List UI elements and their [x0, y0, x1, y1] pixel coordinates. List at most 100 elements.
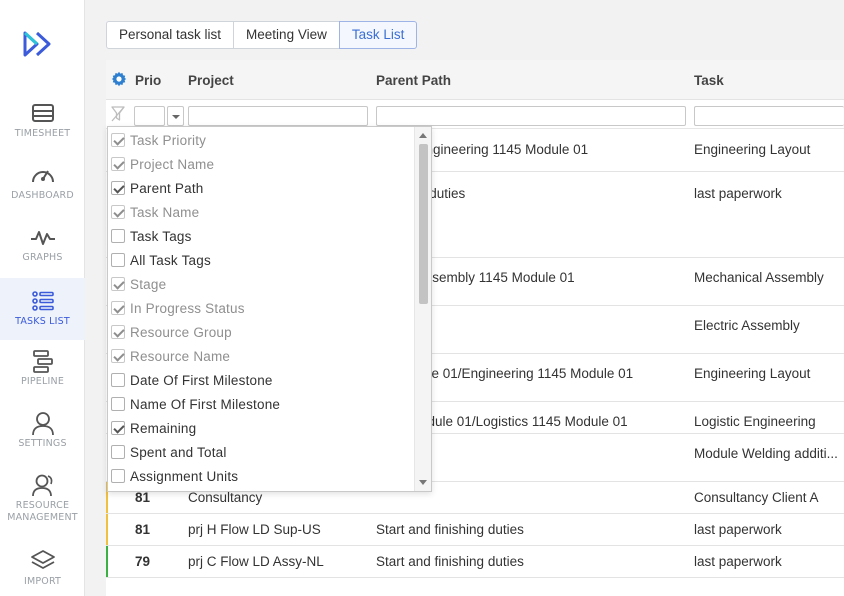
- table-row[interactable]: 79 prj C Flow LD Assy-NL Start and finishi…: [106, 546, 844, 578]
- row-task: Logistic Engineering: [694, 414, 816, 429]
- list-icon: [31, 291, 54, 311]
- task-filter-input[interactable]: [694, 106, 844, 126]
- column-option[interactable]: Task Priority: [108, 129, 414, 153]
- nav-timesheet-label: TIMESHEET: [14, 128, 71, 139]
- sidebar: TIMESHEET DASHBOARD GRAPHS TASKS LIST PI…: [0, 0, 85, 596]
- column-checkbox[interactable]: [111, 277, 125, 291]
- column-option[interactable]: Task Name: [108, 201, 414, 225]
- column-option[interactable]: Spent and Total: [108, 441, 414, 465]
- prio-filter-input[interactable]: [134, 106, 165, 126]
- scroll-down-icon[interactable]: [419, 480, 427, 485]
- fast-forward-logo-icon[interactable]: [22, 30, 58, 58]
- column-option-label: Project Name: [130, 157, 215, 172]
- column-option-label: Date Of First Milestone: [130, 373, 273, 388]
- scroll-up-icon[interactable]: [419, 133, 427, 138]
- nav-pipeline[interactable]: PIPELINE: [0, 348, 85, 410]
- column-option[interactable]: Assignment Units: [108, 465, 414, 489]
- column-option[interactable]: Date Of First Milestone: [108, 369, 414, 393]
- row-prio: 79: [135, 554, 151, 569]
- column-checkbox[interactable]: [111, 301, 125, 315]
- row-prio: 81: [135, 522, 151, 537]
- column-option[interactable]: In Progress Status: [108, 297, 414, 321]
- prio-filter-dropdown[interactable]: [167, 106, 184, 126]
- grid-header: Prio Project Parent Path Task: [106, 60, 844, 100]
- nav-pipeline-label: PIPELINE: [20, 376, 65, 387]
- column-checkbox[interactable]: [111, 133, 125, 147]
- header-parent-path[interactable]: Parent Path: [376, 73, 451, 88]
- column-option-label: Name Of First Milestone: [130, 397, 281, 412]
- row-task: last paperwork: [694, 522, 782, 537]
- row-task: last paperwork: [694, 186, 782, 201]
- nav-tasks-list[interactable]: TASKS LIST: [0, 278, 85, 340]
- column-option-label: Remaining: [130, 421, 197, 436]
- tab-personal-task-list[interactable]: Personal task list: [106, 21, 235, 49]
- tab-task-list[interactable]: Task List: [338, 21, 418, 49]
- column-option[interactable]: Remaining: [108, 417, 414, 441]
- column-option-label: In Progress Status: [130, 301, 245, 316]
- column-checkbox[interactable]: [111, 325, 125, 339]
- row-status-bar: [106, 514, 108, 545]
- column-option-label: Stage: [130, 277, 167, 292]
- row-task: Electric Assembly: [694, 318, 800, 333]
- gear-icon[interactable]: [111, 71, 127, 87]
- row-project: prj H Flow LD Sup-US: [188, 522, 321, 537]
- project-filter-input[interactable]: [188, 106, 368, 126]
- chooser-scrollbar[interactable]: [414, 127, 431, 491]
- scroll-thumb[interactable]: [419, 144, 428, 304]
- column-option[interactable]: Task Tags: [108, 225, 414, 249]
- pipeline-icon: [32, 350, 53, 373]
- column-option[interactable]: Parent Path: [108, 177, 414, 201]
- row-status-bar: [106, 546, 108, 577]
- column-checkbox[interactable]: [111, 157, 125, 171]
- users-icon: [31, 474, 52, 497]
- row-project: prj C Flow LD Assy-NL: [188, 554, 324, 569]
- column-option[interactable]: Name Of First Milestone: [108, 393, 414, 417]
- header-prio[interactable]: Prio: [135, 73, 161, 88]
- header-project[interactable]: Project: [188, 73, 234, 88]
- column-option-label: Parent Path: [130, 181, 204, 196]
- column-option-label: Task Name: [130, 205, 200, 220]
- column-option-label: Spent and Total: [130, 445, 227, 460]
- nav-dashboard-label: DASHBOARD: [11, 190, 74, 201]
- column-option[interactable]: Resource Group: [108, 321, 414, 345]
- column-checkbox[interactable]: [111, 373, 125, 387]
- nav-settings[interactable]: SETTINGS: [0, 410, 85, 472]
- timesheet-icon: [31, 104, 54, 122]
- column-checkbox[interactable]: [111, 229, 125, 243]
- nav-resource-management[interactable]: RESOURCE MANAGEMENT: [0, 472, 85, 530]
- column-checkbox[interactable]: [111, 253, 125, 267]
- column-checkbox[interactable]: [111, 445, 125, 459]
- column-chooser[interactable]: Task Priority Project Name Parent Path Task…: [107, 126, 432, 492]
- row-parent-path: Start and finishing duties: [376, 522, 524, 537]
- tab-meeting-view[interactable]: Meeting View: [233, 21, 340, 49]
- row-task: Engineering Layout: [694, 142, 811, 157]
- column-checkbox[interactable]: [111, 397, 125, 411]
- column-option-label: Resource Name: [130, 349, 231, 364]
- column-option-label: Task Priority: [130, 133, 207, 148]
- column-option[interactable]: Project Name: [108, 153, 414, 177]
- clear-filter-icon[interactable]: [111, 106, 125, 122]
- parent-path-filter-input[interactable]: [376, 106, 686, 126]
- column-checkbox[interactable]: [111, 469, 125, 483]
- nav-import-label: IMPORT: [23, 576, 62, 587]
- nav-graphs-label: GRAPHS: [22, 252, 63, 263]
- row-prio: 81: [135, 490, 151, 505]
- nav-timesheet[interactable]: TIMESHEET: [0, 100, 85, 162]
- column-option[interactable]: Stage: [108, 273, 414, 297]
- header-task[interactable]: Task: [694, 73, 724, 88]
- nav-settings-label: SETTINGS: [18, 438, 67, 449]
- nav-graphs[interactable]: GRAPHS: [0, 224, 85, 286]
- column-option-label: Task Tags: [130, 229, 192, 244]
- column-checkbox[interactable]: [111, 349, 125, 363]
- column-checkbox[interactable]: [111, 181, 125, 195]
- nav-import[interactable]: IMPORT: [0, 548, 85, 596]
- row-task: Module Welding additi...: [694, 446, 838, 461]
- row-parent-path: Start and finishing duties: [376, 554, 524, 569]
- nav-dashboard[interactable]: DASHBOARD: [0, 162, 85, 224]
- column-checkbox[interactable]: [111, 205, 125, 219]
- row-project: Consultancy: [188, 490, 263, 505]
- column-checkbox[interactable]: [111, 421, 125, 435]
- table-row[interactable]: 81 prj H Flow LD Sup-US Start and finishin…: [106, 514, 844, 546]
- column-option[interactable]: All Task Tags: [108, 249, 414, 273]
- column-option[interactable]: Resource Name: [108, 345, 414, 369]
